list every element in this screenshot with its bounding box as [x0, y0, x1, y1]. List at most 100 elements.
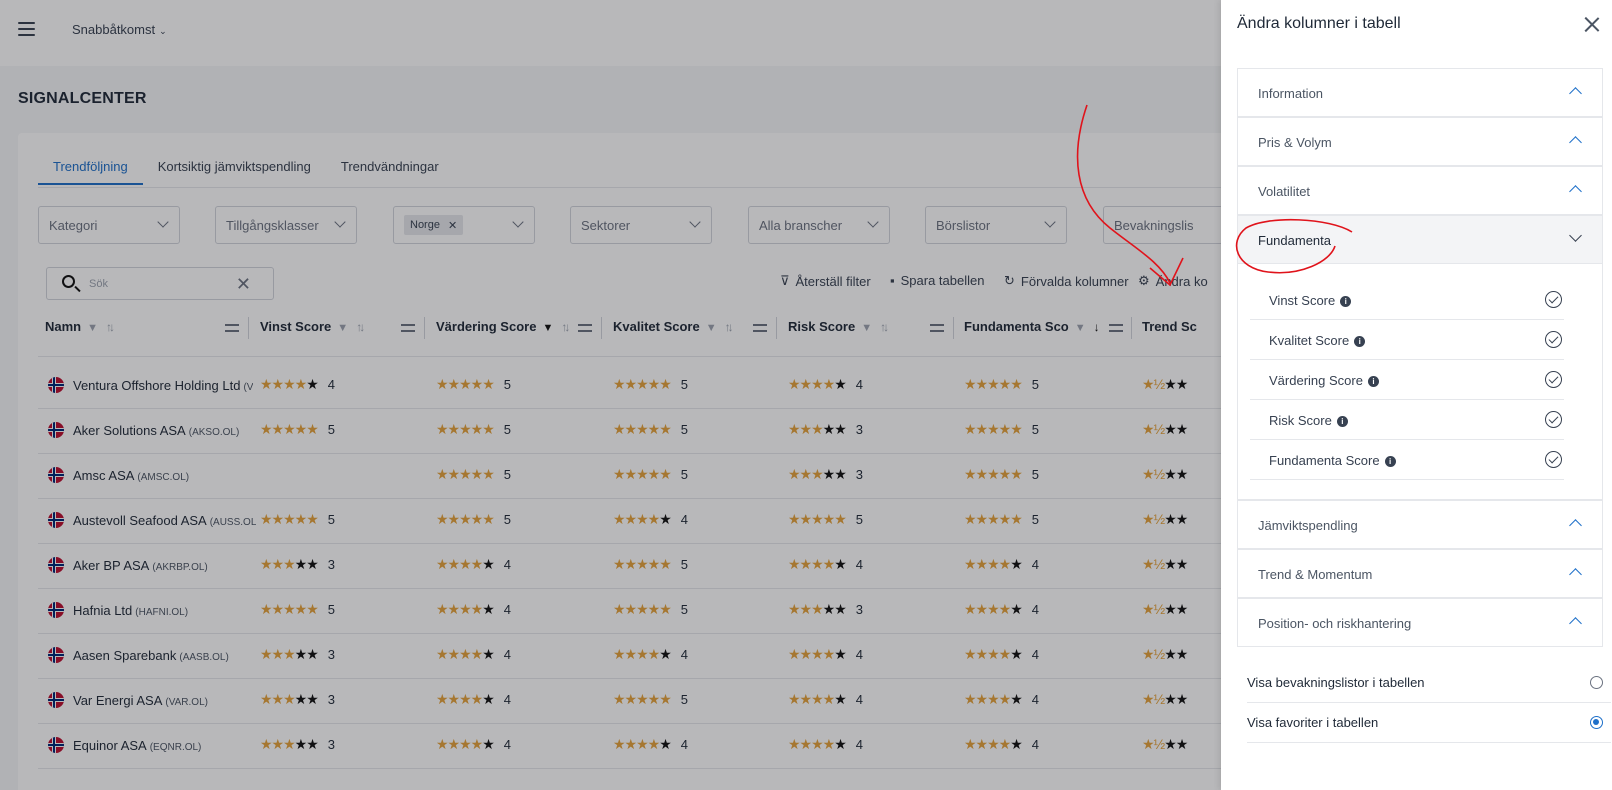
section-information-label: Information [1258, 86, 1324, 101]
column-menu-icon[interactable] [225, 324, 239, 332]
risk-value: 3 [855, 467, 863, 482]
menu-icon[interactable] [18, 22, 35, 36]
column-vardering[interactable]: Värdering Score ▼ ↑↓ [436, 319, 570, 334]
info-icon[interactable]: i [1354, 336, 1366, 347]
norway-flag-icon [48, 377, 64, 393]
kvalitet-value: 5 [680, 422, 688, 437]
filter-icon[interactable]: ▼ [861, 322, 872, 334]
section-information[interactable]: Information [1237, 68, 1603, 117]
column-menu-icon[interactable] [930, 324, 944, 332]
remove-chip-icon[interactable]: ✕ [448, 219, 457, 232]
tab-trendfoljning[interactable]: Trendföljning [38, 159, 143, 185]
column-fundamenta[interactable]: Fundamenta Sco ▼ ↓ [964, 319, 1100, 334]
column-menu-icon[interactable] [401, 324, 415, 332]
kategori-select[interactable]: Kategori [38, 206, 180, 244]
column-kvalitet[interactable]: Kvalitet Score ▼ ↑↓ [613, 319, 734, 334]
row-name[interactable]: Var Energi ASA (VAR.OL) [73, 693, 208, 708]
section-volatilitet[interactable]: Volatilitet [1237, 166, 1603, 215]
check-circle-icon[interactable] [1545, 371, 1562, 388]
option-fundamenta-score[interactable]: Fundamenta Score i [1250, 440, 1564, 480]
edit-columns-button[interactable]: ⚙ Ändra ko [1138, 273, 1208, 289]
close-icon[interactable] [1582, 14, 1602, 34]
workspace-dropdown[interactable]: Snabbåtkomst ⌄ [72, 22, 167, 37]
column-namn[interactable]: Namn ▼ ↑↓ [45, 319, 115, 334]
bevakningslistor-label: Bevakningslis [1114, 218, 1194, 233]
company-name: Var Energi ASA [73, 693, 163, 708]
branscher-select[interactable]: Alla branscher [748, 206, 890, 244]
risk-value: 4 [855, 557, 863, 572]
section-trend-momentum[interactable]: Trend & Momentum [1237, 549, 1603, 598]
norway-flag-icon [48, 422, 64, 438]
favorites-radio[interactable] [1590, 716, 1603, 729]
row-name[interactable]: Aker BP ASA (AKRBP.OL) [73, 558, 208, 573]
vardering-value: 5 [503, 377, 511, 392]
panel-title: Ändra kolumner i tabell [1237, 15, 1401, 32]
filter-active-icon[interactable]: ▼ [542, 322, 553, 334]
column-menu-icon[interactable] [1109, 324, 1123, 332]
risk-value: 3 [855, 602, 863, 617]
sort-desc-icon[interactable]: ↓ [1094, 320, 1100, 334]
row-name[interactable]: Aker Solutions ASA (AKSO.OL) [73, 423, 239, 438]
row-name[interactable]: Ventura Offshore Holding Ltd (V [73, 378, 253, 393]
kvalitet-value: 5 [680, 377, 688, 392]
column-risk[interactable]: Risk Score ▼ ↑↓ [788, 319, 889, 334]
check-circle-icon[interactable] [1545, 411, 1562, 428]
filter-icon[interactable]: ▼ [1075, 322, 1086, 334]
vardering-rating: ★★★★★ 5 [436, 376, 511, 392]
tab-trendvandningar[interactable]: Trendvändningar [326, 159, 454, 185]
save-table-button[interactable]: ▪ Spara tabellen [890, 273, 984, 288]
option-vardering-score[interactable]: Värdering Score i [1250, 360, 1564, 400]
check-circle-icon[interactable] [1545, 331, 1562, 348]
option-vinst-score[interactable]: Vinst Score i [1250, 280, 1564, 320]
trend-rating: ★½★★ [1142, 646, 1188, 662]
kvalitet-rating: ★★★★★ 5 [613, 691, 688, 707]
toggle-favorites[interactable]: Visa favoriter i tabellen [1247, 703, 1611, 743]
default-columns-button[interactable]: ↻ Förvalda kolumner [1004, 273, 1129, 289]
column-trend[interactable]: Trend Sc [1142, 319, 1197, 334]
clear-icon[interactable]: ✕ [236, 274, 251, 295]
sektorer-select[interactable]: Sektorer [570, 206, 712, 244]
info-icon[interactable]: i [1340, 296, 1352, 307]
chevron-down-icon [1044, 216, 1056, 228]
info-icon[interactable]: i [1336, 416, 1348, 427]
search-input[interactable]: Sök ✕ [46, 267, 274, 300]
gear-icon: ⚙ [1138, 273, 1150, 288]
filter-icon[interactable]: ▼ [87, 322, 98, 334]
row-name[interactable]: Equinor ASA (EQNR.OL) [73, 738, 201, 753]
row-name[interactable]: Hafnia Ltd (HAFNI.OL) [73, 603, 188, 618]
check-circle-icon[interactable] [1545, 291, 1562, 308]
sort-icon[interactable]: ↑↓ [880, 320, 889, 334]
info-icon[interactable]: i [1384, 456, 1396, 467]
reset-filter-button[interactable]: ⊽ Återställ filter [780, 273, 871, 289]
row-name[interactable]: Aasen Sparebank (AASB.OL) [73, 648, 229, 663]
section-jamviktspendling[interactable]: Jämviktspendling [1237, 500, 1603, 549]
toggle-watchlists[interactable]: Visa bevakningslistor i tabellen [1247, 663, 1611, 703]
sort-icon[interactable]: ↑↓ [561, 320, 570, 334]
section-fundamenta[interactable]: Fundamenta [1237, 215, 1603, 264]
filter-icon[interactable]: ▼ [337, 322, 348, 334]
fundamenta-value: 5 [1031, 512, 1039, 527]
section-position-risk[interactable]: Position- och riskhantering [1237, 598, 1603, 647]
row-name[interactable]: Amsc ASA (AMSC.OL) [73, 468, 189, 483]
option-risk-score[interactable]: Risk Score i [1250, 400, 1564, 440]
reset-filter-label: Återställ filter [795, 273, 871, 289]
option-kvalitet-score[interactable]: Kvalitet Score i [1250, 320, 1564, 360]
row-name[interactable]: Austevoll Seafood ASA (AUSS.OL [73, 513, 256, 528]
ticker: (HAFNI.OL) [135, 607, 189, 618]
column-menu-icon[interactable] [578, 324, 592, 332]
info-icon[interactable]: i [1367, 376, 1379, 387]
sort-icon[interactable]: ↑↓ [356, 320, 365, 334]
column-menu-icon[interactable] [753, 324, 767, 332]
norge-chip[interactable]: Norge ✕ [404, 215, 464, 235]
section-pris-volym[interactable]: Pris & Volym [1237, 117, 1603, 166]
sort-icon[interactable]: ↑↓ [106, 320, 115, 334]
filter-icon[interactable]: ▼ [706, 322, 717, 334]
watchlists-radio[interactable] [1590, 676, 1603, 689]
land-select[interactable]: Norge ✕ [393, 206, 535, 244]
tab-kortsiktig[interactable]: Kortsiktig jämviktspendling [143, 159, 326, 185]
borslistor-select[interactable]: Börslistor [925, 206, 1067, 244]
check-circle-icon[interactable] [1545, 451, 1562, 468]
column-vinst[interactable]: Vinst Score ▼ ↑↓ [260, 319, 365, 334]
sort-icon[interactable]: ↑↓ [725, 320, 734, 334]
tillgangsklasser-select[interactable]: Tillgångsklasser [215, 206, 357, 244]
